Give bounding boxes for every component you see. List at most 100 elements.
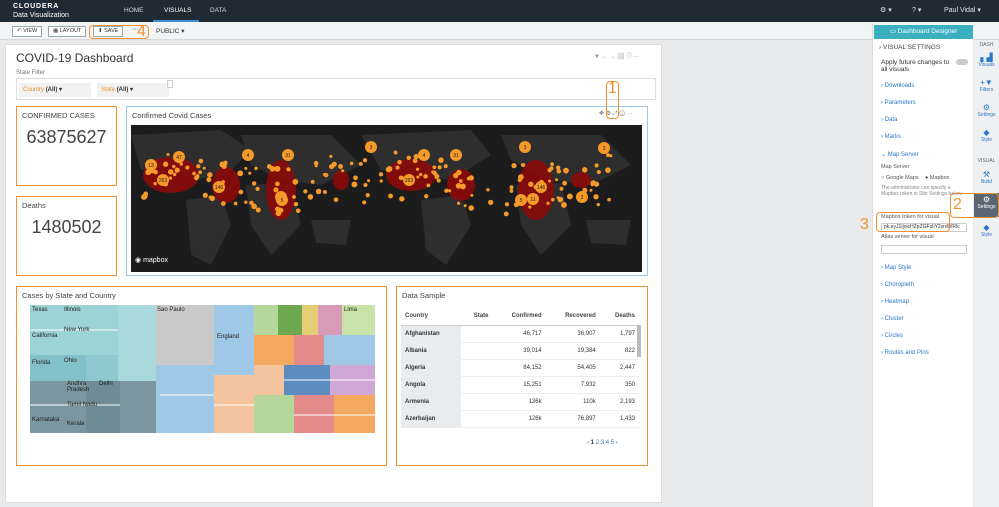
map-point[interactable] [196, 164, 201, 169]
map-point[interactable] [419, 172, 423, 177]
map-point[interactable] [412, 158, 418, 164]
sidebar-item-visual-style[interactable]: ◆ Style [974, 223, 999, 238]
map-point[interactable] [295, 208, 301, 214]
map-point[interactable] [198, 170, 202, 175]
map-point[interactable] [468, 205, 475, 211]
map-point[interactable] [413, 154, 419, 160]
map-point[interactable] [315, 188, 322, 195]
map-point[interactable] [488, 199, 494, 206]
sidebar-item-visuals[interactable]: ▖▟ Visuals [974, 53, 999, 68]
table-row[interactable]: Angola 15,251 7,932 350 [401, 376, 639, 394]
map-point[interactable] [590, 183, 594, 187]
page-3[interactable]: 3 [601, 440, 604, 446]
map-point[interactable] [248, 171, 252, 175]
map-point[interactable] [266, 164, 272, 169]
map-point[interactable] [399, 196, 405, 202]
page-next[interactable]: › [616, 440, 618, 446]
map-point[interactable] [274, 165, 281, 172]
map-point[interactable] [185, 165, 190, 170]
atlas-server-input[interactable] [881, 245, 967, 254]
map-point[interactable] [202, 192, 208, 198]
map-point[interactable] [314, 163, 318, 168]
map-point[interactable] [220, 201, 226, 206]
map-point[interactable] [349, 161, 354, 166]
map-point[interactable] [468, 175, 474, 181]
table-scrollbar[interactable] [637, 325, 641, 357]
map-canvas[interactable]: 47431326314611513431326314631152 ◉ mapbo… [131, 125, 642, 272]
map-point[interactable] [244, 166, 248, 170]
map-point[interactable] [329, 163, 335, 170]
section-downloads[interactable]: › Downloads [881, 83, 914, 89]
map-point[interactable] [555, 178, 559, 182]
map-point[interactable] [517, 174, 524, 180]
map-point[interactable] [503, 211, 509, 217]
page-5[interactable]: 5 [611, 440, 614, 446]
canvas-controls[interactable]: ▼ ← → ⬜ ⓘ ··· [594, 51, 640, 60]
radio-google-maps[interactable]: ○ Google Maps [881, 175, 919, 181]
data-sample-visual[interactable]: Data Sample Country State Confirmed Reco… [396, 286, 648, 466]
map-point[interactable] [398, 175, 404, 181]
map-point[interactable] [504, 202, 510, 207]
map-point[interactable] [168, 176, 173, 180]
page-prev[interactable]: ‹ [587, 440, 589, 446]
map-point[interactable] [415, 167, 420, 171]
map-point[interactable] [561, 202, 567, 208]
map-point[interactable] [596, 169, 601, 175]
map-point[interactable] [323, 190, 327, 194]
map-point[interactable] [546, 201, 550, 205]
filter-add-button[interactable] [167, 80, 173, 88]
map-point[interactable] [367, 179, 371, 183]
section-map-server[interactable]: ⌄ Map Server [881, 151, 919, 158]
map-point[interactable] [273, 187, 279, 193]
sidebar-item-style[interactable]: ◆ Style [974, 128, 999, 143]
brand-logo[interactable]: CLOUDERA [13, 3, 59, 10]
map-point[interactable] [549, 166, 554, 171]
map-point[interactable] [249, 200, 254, 205]
map-point[interactable] [379, 179, 383, 183]
table-row[interactable]: Albania 39,014 19,384 822 [401, 342, 639, 360]
map-point[interactable] [192, 171, 196, 176]
map-point[interactable] [566, 193, 573, 200]
map-point[interactable] [353, 175, 358, 181]
map-point[interactable] [456, 169, 462, 176]
nav-home[interactable]: HOME [124, 7, 144, 14]
map-point[interactable] [207, 172, 213, 178]
map-point[interactable] [594, 163, 599, 168]
map-point[interactable] [292, 178, 299, 185]
map-point[interactable] [255, 207, 261, 213]
sidebar-item-filters[interactable]: +▼ Filters [974, 78, 999, 93]
column-header[interactable]: Deaths [599, 307, 639, 326]
user-menu[interactable]: Paul Vidal ▾ [944, 6, 981, 14]
map-point[interactable] [362, 158, 368, 163]
deaths-card[interactable]: Deaths 1480502 [16, 196, 117, 276]
map-point[interactable] [378, 172, 384, 177]
table-row[interactable]: Azerbaijan 126k 76,897 1,433 [401, 410, 639, 428]
map-point[interactable] [172, 164, 176, 169]
map-point[interactable] [303, 189, 308, 194]
map-point[interactable] [223, 161, 228, 166]
map-point[interactable] [341, 169, 345, 173]
map-point[interactable] [550, 162, 555, 167]
map-point[interactable] [436, 178, 441, 183]
section-marks[interactable]: › Marks [881, 134, 901, 140]
map-point[interactable] [351, 181, 358, 188]
map-point[interactable] [547, 179, 552, 183]
map-point[interactable] [162, 161, 169, 167]
column-header[interactable]: Confirmed [492, 307, 546, 326]
map-point[interactable] [432, 165, 437, 170]
map-point[interactable] [470, 193, 474, 197]
map-point[interactable] [202, 166, 206, 170]
section-cluster[interactable]: › Cluster [881, 316, 904, 322]
map-point[interactable] [386, 166, 393, 172]
map-point[interactable] [605, 167, 611, 174]
map-point[interactable] [438, 157, 444, 163]
map-point[interactable] [511, 163, 517, 169]
map-point[interactable] [463, 204, 467, 208]
confirmed-cases-card[interactable]: CONFIRMED CASES 63875627 [16, 106, 117, 186]
map-point[interactable] [423, 174, 428, 179]
map-point[interactable] [358, 161, 363, 166]
map-point[interactable] [244, 200, 248, 204]
map-point[interactable] [275, 206, 281, 212]
map-point[interactable] [520, 162, 526, 168]
map-point[interactable] [153, 181, 157, 186]
